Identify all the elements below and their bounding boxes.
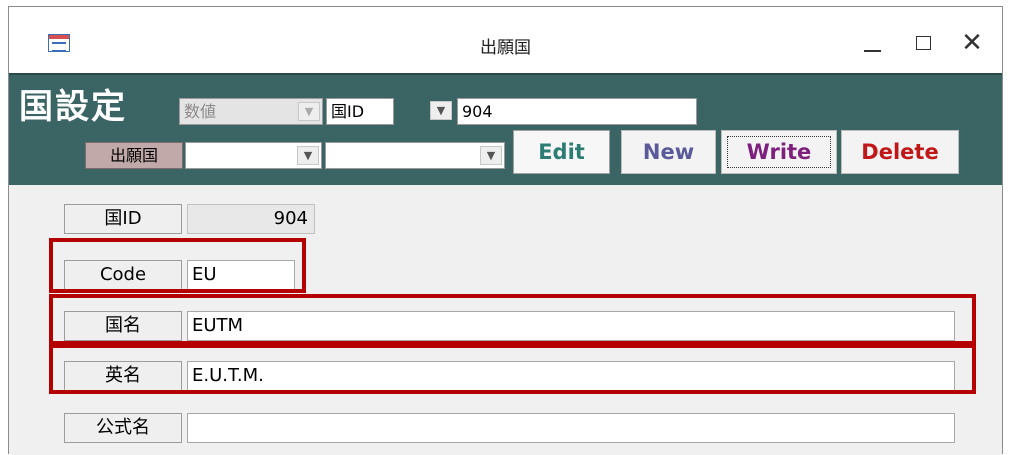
form-header: 国設定 数値 ▼ 国ID ▼ 904 出願国 ▼ ▼ Edit New Writ… xyxy=(9,73,1002,187)
english-name-highlight-box xyxy=(49,344,976,394)
chevron-down-icon[interactable]: ▼ xyxy=(298,102,320,121)
country-id-label: 国ID xyxy=(64,204,182,234)
chevron-down-icon[interactable]: ▼ xyxy=(430,101,452,120)
country-combo-2[interactable]: ▼ xyxy=(325,142,505,169)
country-name-highlight-box xyxy=(49,294,976,345)
chevron-down-icon[interactable]: ▼ xyxy=(480,146,502,165)
write-button[interactable]: Write xyxy=(721,130,837,174)
title-bar: 出願国 ✕ xyxy=(9,7,1002,73)
close-button[interactable]: ✕ xyxy=(952,25,992,61)
maximize-button[interactable] xyxy=(904,25,944,61)
official-name-label: 公式名 xyxy=(64,413,182,443)
official-name-field[interactable] xyxy=(187,413,955,443)
country-label: 出願国 xyxy=(85,142,183,169)
filter-field-value: 国ID xyxy=(331,102,365,121)
minimize-button[interactable] xyxy=(852,25,892,61)
filter-value-input[interactable]: 904 xyxy=(457,98,697,125)
country-id-field: 904 xyxy=(187,204,315,234)
form-title: 国設定 xyxy=(19,87,127,127)
filter-field-combo[interactable]: 国ID xyxy=(326,98,394,125)
delete-button[interactable]: Delete xyxy=(841,130,959,174)
filter-type-value: 数値 xyxy=(184,102,217,121)
code-highlight-box xyxy=(49,238,306,293)
chevron-down-icon[interactable]: ▼ xyxy=(297,146,319,165)
filter-type-combo[interactable]: 数値 ▼ xyxy=(179,98,323,125)
country-combo-1[interactable]: ▼ xyxy=(185,142,322,169)
edit-button[interactable]: Edit xyxy=(513,130,610,174)
new-button[interactable]: New xyxy=(621,130,716,174)
